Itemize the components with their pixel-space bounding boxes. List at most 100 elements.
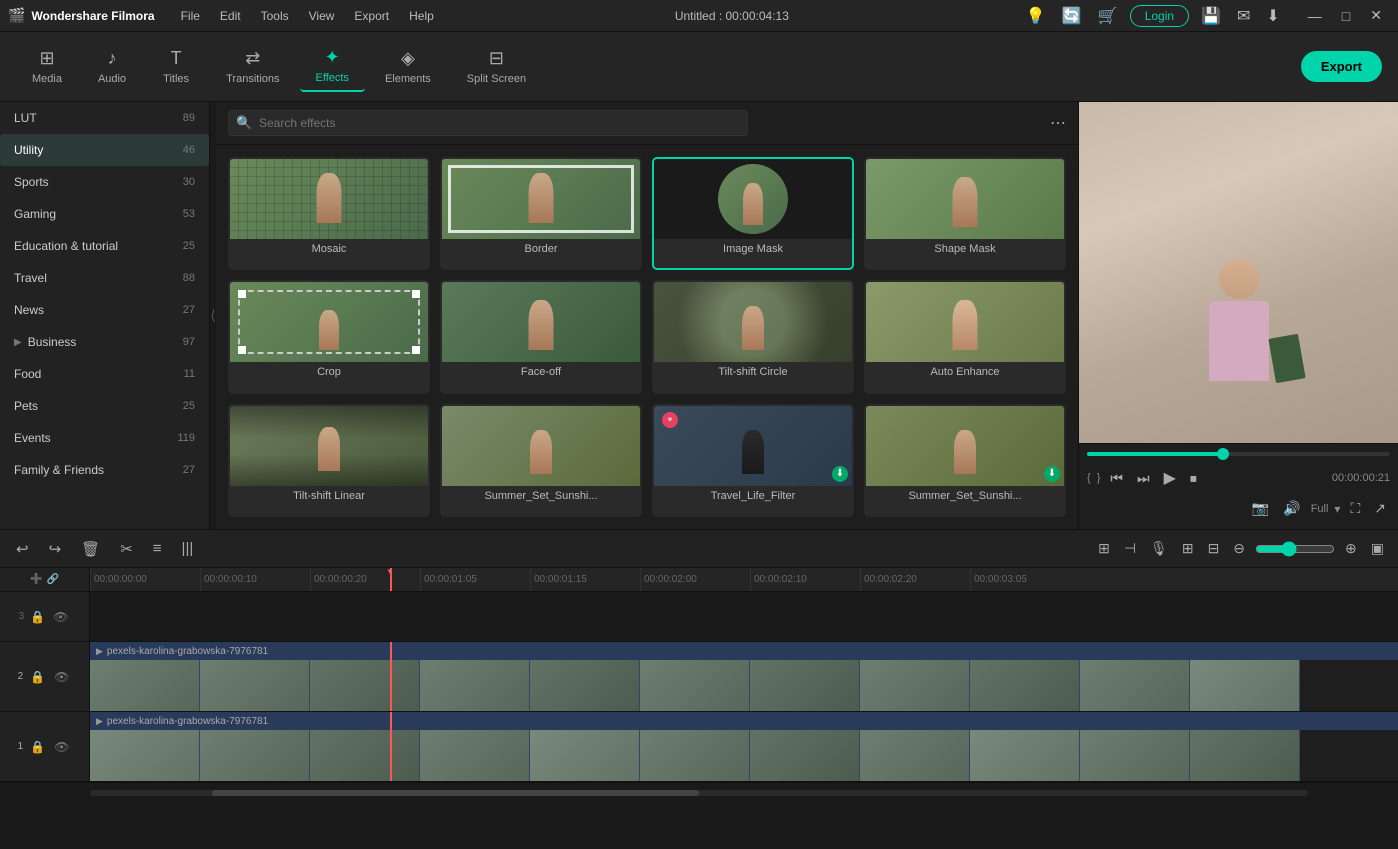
- zoom-dropdown-icon[interactable]: ▾: [1334, 502, 1340, 516]
- thumb-2-10: [1190, 660, 1300, 711]
- subtitle-button[interactable]: ⊞: [1178, 536, 1198, 561]
- maximize-button[interactable]: □: [1334, 5, 1358, 26]
- menu-help[interactable]: Help: [401, 7, 442, 25]
- effect-card-crop[interactable]: Crop: [228, 280, 430, 393]
- track-visible-2[interactable]: 👁: [52, 668, 71, 686]
- scroll-thumb[interactable]: [212, 790, 699, 796]
- sidebar-item-events[interactable]: Events 119: [0, 422, 209, 454]
- menu-edit[interactable]: Edit: [212, 7, 249, 25]
- effect-thumb-image-mask: [654, 159, 852, 239]
- effect-card-border[interactable]: Border: [440, 157, 642, 270]
- toolbar-elements[interactable]: ◈ Elements: [369, 42, 447, 91]
- sidebar-item-sports[interactable]: Sports 30: [0, 166, 209, 198]
- toolbar-split-screen[interactable]: ⊟ Split Screen: [451, 42, 542, 91]
- rewind-button[interactable]: ⏮: [1106, 466, 1127, 491]
- toolbar-transitions[interactable]: ⇄ Transitions: [210, 42, 295, 91]
- resize-button[interactable]: ▣: [1367, 536, 1388, 561]
- stop-button[interactable]: ⏹: [1186, 466, 1201, 491]
- thumb-1-8: [970, 730, 1080, 781]
- time-end-bracket: }: [1097, 472, 1101, 484]
- effect-card-tilt-circle[interactable]: Tilt-shift Circle: [652, 280, 854, 393]
- effect-card-image-mask[interactable]: Image Mask: [652, 157, 854, 270]
- preview-progress-bar[interactable]: [1087, 452, 1390, 456]
- snap-button[interactable]: ⊞: [1094, 536, 1114, 561]
- sidebar-item-lut[interactable]: LUT 89: [0, 102, 209, 134]
- undo-button[interactable]: ↩: [10, 536, 35, 562]
- message-icon[interactable]: ✉: [1233, 2, 1254, 30]
- bulb-icon[interactable]: 💡: [1022, 2, 1050, 30]
- track-visible-3[interactable]: 👁: [51, 608, 70, 626]
- scroll-track[interactable]: [90, 790, 1308, 796]
- sidebar-item-travel[interactable]: Travel 88: [0, 262, 209, 294]
- download-icon[interactable]: ⬇: [1262, 2, 1283, 30]
- add-track-button[interactable]: ➕: [30, 574, 42, 585]
- effect-card-auto-enhance[interactable]: Auto Enhance: [864, 280, 1066, 393]
- track-visible-1[interactable]: 👁: [52, 738, 71, 756]
- step-back-button[interactable]: ⏭: [1133, 466, 1154, 491]
- effect-thumb-auto-enhance: [866, 282, 1064, 362]
- toolbar-titles[interactable]: T Titles: [146, 42, 206, 91]
- sidebar-item-education[interactable]: Education & tutorial 25: [0, 230, 209, 262]
- effect-thumb-face-off: [442, 282, 640, 362]
- search-input[interactable]: [228, 110, 748, 136]
- sidebar-item-family[interactable]: Family & Friends 27: [0, 454, 209, 486]
- login-button[interactable]: Login: [1130, 5, 1189, 27]
- refresh-icon[interactable]: 🔄: [1058, 2, 1086, 30]
- cut-button[interactable]: ✂: [114, 536, 139, 562]
- menu-tools[interactable]: Tools: [253, 7, 297, 25]
- effect-label-travel-life: Travel_Life_Filter: [654, 486, 852, 506]
- redo-button[interactable]: ↪: [43, 536, 68, 562]
- effect-card-face-off[interactable]: Face-off: [440, 280, 642, 393]
- zoom-out-button[interactable]: ⊖: [1229, 536, 1249, 561]
- screenshot-button[interactable]: 📷: [1248, 496, 1273, 521]
- track-num-1: 1: [18, 741, 24, 752]
- menu-export[interactable]: Export: [346, 7, 397, 25]
- audio-label: Audio: [98, 73, 126, 85]
- close-button[interactable]: ✕: [1362, 5, 1390, 26]
- sidebar-item-business[interactable]: ▶ Business 97: [0, 326, 209, 358]
- download-badge-travel: ⬇: [832, 466, 848, 482]
- audio-waveform-button[interactable]: |||: [176, 536, 200, 561]
- zoom-in-button[interactable]: ⊕: [1341, 536, 1361, 561]
- toolbar-audio[interactable]: ♪ Audio: [82, 42, 142, 91]
- play-button[interactable]: ▶: [1160, 464, 1180, 492]
- effect-card-summer2[interactable]: ⬇ Summer_Set_Sunshi...: [864, 404, 1066, 517]
- effect-card-summer1[interactable]: Summer_Set_Sunshi...: [440, 404, 642, 517]
- effect-card-shape-mask[interactable]: Shape Mask: [864, 157, 1066, 270]
- sidebar-item-pets[interactable]: Pets 25: [0, 390, 209, 422]
- main-content: LUT 89 Utility 46 Sports 30 Gaming 53 Ed…: [0, 102, 1398, 529]
- preview-progress-thumb[interactable]: [1217, 448, 1229, 460]
- fullscreen-button[interactable]: ⛶: [1346, 496, 1364, 521]
- grid-options-icon[interactable]: ⋯: [1050, 113, 1066, 133]
- effects-sidebar: LUT 89 Utility 46 Sports 30 Gaming 53 Ed…: [0, 102, 210, 529]
- voiceover-button[interactable]: 🎙: [1146, 536, 1172, 561]
- effect-card-travel-life[interactable]: ♥ ⬇ Travel_Life_Filter: [652, 404, 854, 517]
- cart-icon[interactable]: 🛒: [1094, 2, 1122, 30]
- sidebar-item-news[interactable]: News 27: [0, 294, 209, 326]
- track-lock-3[interactable]: 🔒: [28, 608, 47, 626]
- delete-button[interactable]: 🗑: [75, 536, 106, 562]
- app-icon: 🎬: [8, 7, 25, 24]
- menu-view[interactable]: View: [301, 7, 343, 25]
- sidebar-item-food[interactable]: Food 11: [0, 358, 209, 390]
- timeline-scrollbar[interactable]: [0, 782, 1398, 802]
- zoom-slider[interactable]: [1255, 541, 1335, 557]
- menu-file[interactable]: File: [173, 7, 208, 25]
- expand-button[interactable]: ↗: [1370, 496, 1390, 521]
- effect-card-tilt-linear[interactable]: Tilt-shift Linear: [228, 404, 430, 517]
- snap-track-button[interactable]: 🔗: [47, 574, 59, 585]
- effect-card-mosaic[interactable]: Mosaic: [228, 157, 430, 270]
- track-lock-2[interactable]: 🔒: [28, 668, 47, 686]
- mark-in-button[interactable]: ⊣: [1120, 536, 1140, 561]
- track-lock-1[interactable]: 🔒: [28, 738, 47, 756]
- toolbar-effects[interactable]: ✦ Effects: [300, 41, 365, 92]
- sidebar-item-gaming[interactable]: Gaming 53: [0, 198, 209, 230]
- volume-button[interactable]: 🔊: [1279, 496, 1304, 521]
- export-button[interactable]: Export: [1301, 51, 1382, 82]
- minimize-button[interactable]: —: [1300, 5, 1330, 26]
- toolbar-media[interactable]: ⊞ Media: [16, 42, 78, 91]
- sidebar-item-utility[interactable]: Utility 46: [0, 134, 209, 166]
- picture-in-picture-button[interactable]: ⊟: [1204, 536, 1224, 561]
- save-icon[interactable]: 💾: [1197, 2, 1225, 30]
- properties-button[interactable]: ≡: [147, 536, 168, 561]
